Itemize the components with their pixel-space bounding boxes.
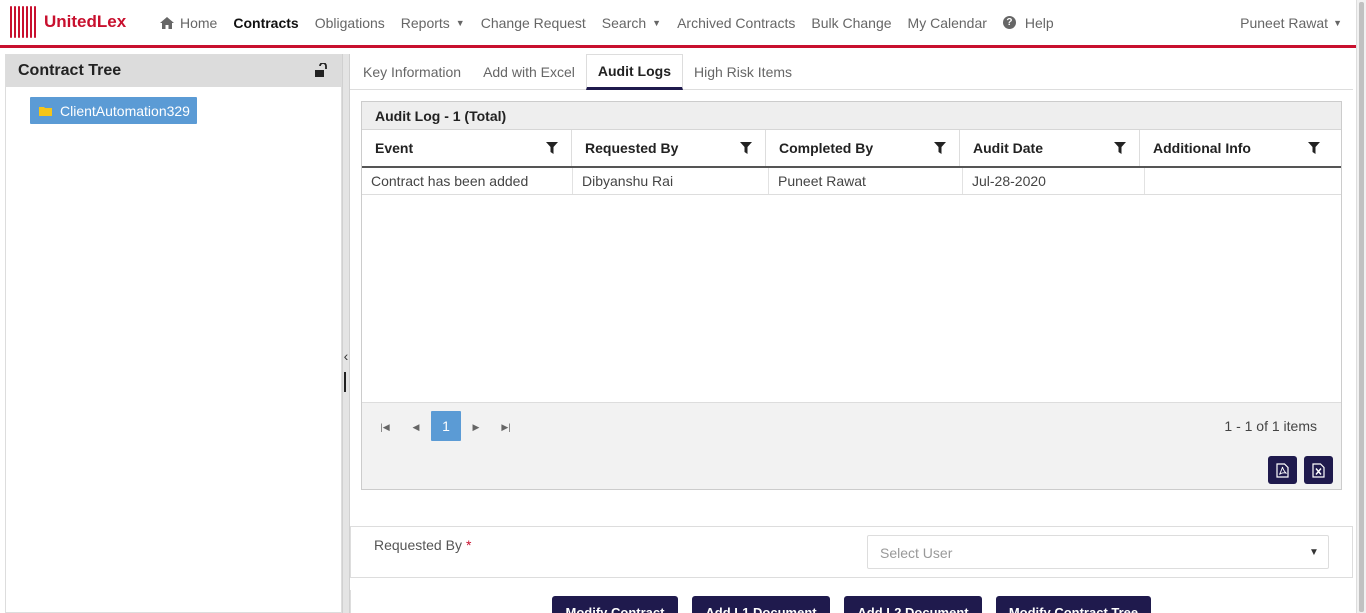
add-l1-document-button[interactable]: Add L1 Document (692, 596, 830, 613)
nav-reports[interactable]: Reports ▼ (393, 15, 473, 31)
tree-node-label: ClientAutomation329 (60, 102, 190, 119)
next-page-icon[interactable]: ▶ (466, 417, 486, 437)
contract-tree-title: Contract Tree (18, 62, 122, 79)
tree-node-client[interactable]: ClientAutomation329 (30, 97, 197, 124)
export-excel-button[interactable] (1304, 456, 1333, 484)
folder-icon (39, 106, 52, 116)
filter-icon[interactable] (546, 142, 558, 154)
column-header-event[interactable]: Event (362, 130, 572, 166)
contract-tree-header: Contract Tree (6, 55, 341, 87)
nav-home-label: Home (180, 14, 218, 31)
nav-home[interactable]: Home (152, 15, 225, 31)
first-page-icon[interactable]: |◀ (375, 417, 395, 437)
dropdown-arrow-icon[interactable]: ▼ (1300, 536, 1328, 568)
help-icon: ? (1002, 16, 1016, 29)
nav-search-label: Search (601, 14, 647, 31)
user-menu[interactable]: Puneet Rawat ▼ (1240, 0, 1342, 45)
tab-key-information[interactable]: Key Information (352, 54, 472, 90)
top-navbar: UnitedLex Home Contracts Obligations Rep… (0, 0, 1356, 48)
table-row[interactable]: Contract has been added Dibyanshu Rai Pu… (362, 168, 1341, 195)
column-header-audit-date[interactable]: Audit Date (960, 130, 1140, 166)
filter-icon[interactable] (1308, 142, 1320, 154)
select-user-dropdown[interactable]: Select User ▼ (867, 535, 1329, 569)
nav-search[interactable]: Search ▼ (594, 15, 669, 31)
caret-down-icon: ▼ (1333, 17, 1342, 28)
contract-tree-panel: Contract Tree ClientAutomation329 (5, 54, 342, 613)
nav-help[interactable]: ? Help (995, 15, 1062, 31)
page-scrollbar-thumb[interactable] (1359, 2, 1364, 612)
page-number-current[interactable]: 1 (431, 411, 461, 441)
nav-obligations[interactable]: Obligations (307, 15, 393, 31)
main-nav: Home Contracts Obligations Reports ▼ Cha… (152, 0, 1062, 45)
panel-splitter[interactable] (342, 54, 350, 613)
action-buttons: Modify Contract Add L1 Document Add L2 D… (350, 596, 1353, 613)
nav-bulk-change[interactable]: Bulk Change (803, 15, 899, 31)
requested-by-text: Requested By (374, 537, 462, 553)
tab-audit-logs[interactable]: Audit Logs (585, 54, 683, 90)
cell-audit-date: Jul-28-2020 (963, 168, 1145, 194)
add-l2-document-button[interactable]: Add L2 Document (844, 596, 982, 613)
brand-logo[interactable]: UnitedLex (10, 5, 126, 39)
home-icon (160, 16, 174, 29)
filter-icon[interactable] (1114, 142, 1126, 154)
splitter-handle[interactable] (344, 372, 346, 392)
nav-archived-contracts[interactable]: Archived Contracts (669, 15, 803, 31)
nav-change-request[interactable]: Change Request (473, 15, 594, 31)
audit-log-grid: Audit Log - 1 (Total) Event Requested By… (361, 101, 1342, 490)
column-header-label: Audit Date (973, 140, 1043, 156)
column-header-completed-by[interactable]: Completed By (766, 130, 960, 166)
modify-contract-tree-button[interactable]: Modify Contract Tree (996, 596, 1151, 613)
caret-down-icon: ▼ (455, 17, 465, 28)
prev-page-icon[interactable]: ◀ (406, 417, 426, 437)
contract-tabs: Key Information Add with Excel Audit Log… (350, 54, 1353, 90)
requested-by-label: Requested By * (374, 537, 471, 553)
tab-add-with-excel[interactable]: Add with Excel (472, 54, 586, 90)
audit-log-title: Audit Log - 1 (Total) (362, 102, 1341, 130)
pager-info: 1 - 1 of 1 items (1224, 418, 1317, 434)
cell-additional-info (1145, 168, 1341, 194)
requested-by-section: Requested By * Select User ▼ (350, 526, 1353, 578)
file-excel-icon (1312, 462, 1325, 478)
modify-contract-button[interactable]: Modify Contract (552, 596, 678, 613)
filter-icon[interactable] (740, 142, 752, 154)
nav-contracts[interactable]: Contracts (225, 15, 306, 31)
column-header-requested-by[interactable]: Requested By (572, 130, 766, 166)
nav-help-label: Help (1024, 14, 1054, 31)
collapse-left-icon[interactable]: ‹ (341, 348, 351, 364)
grid-header-row: Event Requested By Completed By Audit Da… (362, 130, 1341, 168)
cell-requested-by: Dibyanshu Rai (573, 168, 769, 194)
last-page-icon[interactable]: ▶| (496, 417, 516, 437)
nav-my-calendar[interactable]: My Calendar (900, 15, 995, 31)
grid-pager: |◀ ◀ 1 ▶ ▶| 1 - 1 of 1 items (362, 402, 1341, 489)
column-header-label: Requested By (585, 140, 679, 156)
tab-high-risk-items[interactable]: High Risk Items (683, 54, 803, 90)
logo-mark (10, 6, 36, 38)
file-pdf-icon (1276, 462, 1289, 478)
export-pdf-button[interactable] (1268, 456, 1297, 484)
grid-empty-area (362, 195, 1341, 401)
brand-name: UnitedLex (44, 12, 127, 31)
filter-icon[interactable] (934, 142, 946, 154)
column-header-additional-info[interactable]: Additional Info (1140, 130, 1333, 166)
column-header-label: Completed By (779, 140, 874, 156)
required-marker: * (465, 537, 472, 553)
unlock-icon[interactable] (313, 63, 329, 79)
column-header-label: Additional Info (1153, 140, 1251, 156)
cell-event: Contract has been added (362, 168, 573, 194)
nav-reports-label: Reports (400, 14, 450, 31)
cell-completed-by: Puneet Rawat (769, 168, 963, 194)
select-user-placeholder: Select User (880, 545, 953, 561)
user-name: Puneet Rawat (1240, 14, 1329, 31)
caret-down-icon: ▼ (652, 17, 662, 28)
column-header-label: Event (375, 140, 414, 156)
